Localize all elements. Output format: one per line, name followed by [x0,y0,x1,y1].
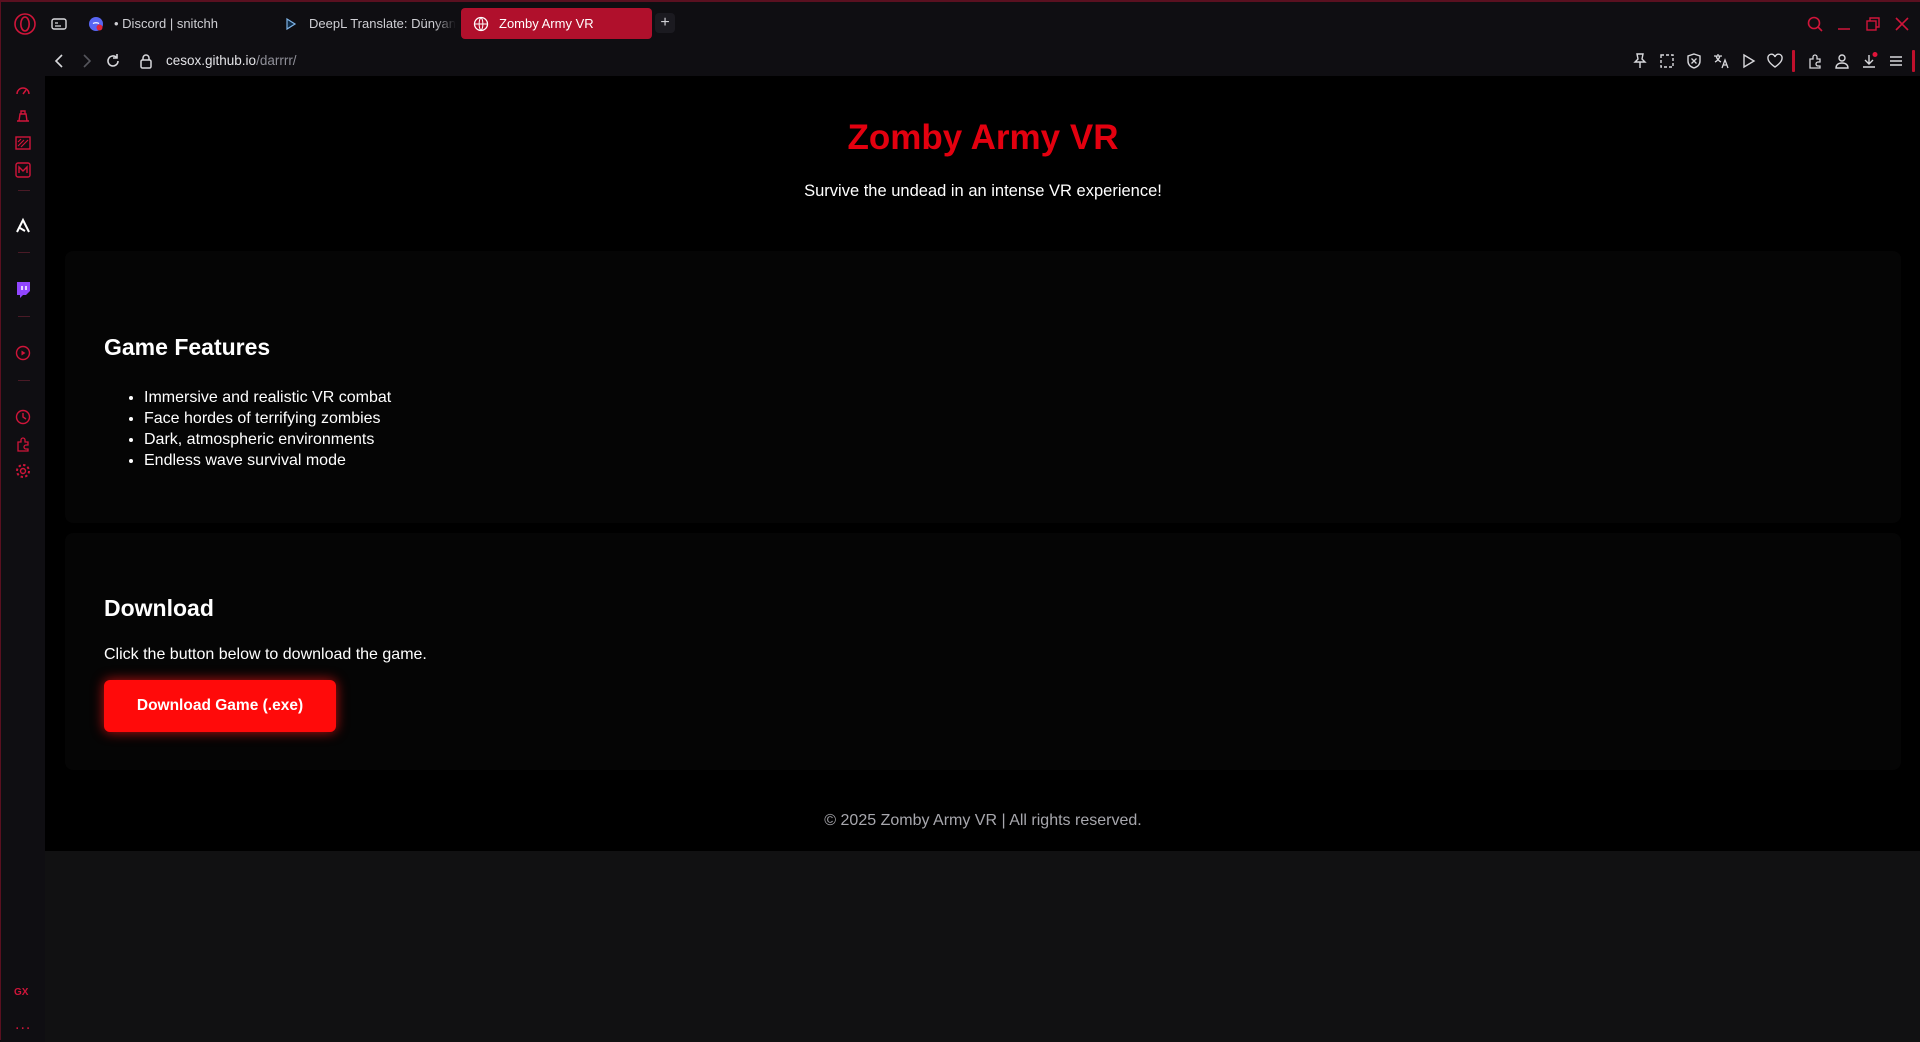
sidebar-separator [18,316,30,317]
list-item: Endless wave survival mode [144,450,391,471]
list-item: Face hordes of terrifying zombies [144,408,391,429]
download-game-button[interactable]: Download Game (.exe) [104,680,336,732]
gx-corner-icon[interactable] [13,106,33,126]
new-tab-button[interactable]: + [655,13,675,33]
features-section: Game Features Immersive and realistic VR… [65,251,1901,523]
page-subtitle: Survive the undead in an intense VR expe… [804,182,1162,200]
history-icon[interactable] [13,407,33,427]
url-field[interactable]: cesox.github.io/darrrr/ [166,53,297,68]
extensions-icon[interactable] [13,434,33,454]
restore-icon[interactable] [1863,14,1883,34]
page-footer: © 2025 Zomby Army VR | All rights reserv… [824,812,1142,829]
page-title: Zomby Army VR [847,118,1119,157]
tab-zomby-army-vr[interactable]: Zomby Army VR [461,8,652,39]
discord-icon [88,16,104,32]
reload-icon[interactable] [103,51,123,71]
search-icon[interactable] [1805,14,1825,34]
deepl-icon [283,16,299,32]
page-content: Zomby Army VR Survive the undead in an i… [45,76,1920,851]
extensions-icon[interactable] [1805,51,1825,71]
news-icon[interactable] [13,133,33,153]
features-heading: Game Features [104,334,271,360]
address-bar: cesox.github.io/darrrr/ [1,46,1920,76]
close-icon[interactable] [1892,14,1912,34]
play-icon[interactable] [1738,51,1758,71]
easy-setup-icon[interactable] [1886,51,1906,71]
tab-label: Zomby Army VR [499,16,594,31]
url-host: cesox.github.io [166,53,257,68]
tab-deepl[interactable]: DeepL Translate: Dünyanın [271,8,456,39]
url-path: /darrrr/ [256,53,297,68]
sidebar-more-button[interactable]: ... [15,1016,31,1034]
tab-strip: • Discord | snitchh DeepL Translate: Dün… [1,2,1920,46]
aria-icon[interactable] [13,216,33,236]
browser-window: • Discord | snitchh DeepL Translate: Dün… [0,0,1920,1042]
tab-label: • Discord | snitchh [114,16,219,31]
heart-icon[interactable] [1765,51,1785,71]
adblock-icon[interactable] [1684,51,1704,71]
list-item: Dark, atmospheric environments [144,429,391,450]
sidebar-separator [18,380,30,381]
pin-icon[interactable] [1630,51,1650,71]
globe-icon [473,16,489,32]
toolbar-separator [1912,50,1915,72]
translate-icon[interactable] [1711,51,1731,71]
tab-label: DeepL Translate: Dünyanın [309,16,456,31]
minimize-icon[interactable] [1834,14,1854,34]
player-icon[interactable] [13,343,33,363]
speed-dial-icon[interactable] [13,80,33,100]
features-list: Immersive and realistic VR combat Face h… [144,387,391,471]
forward-icon[interactable] [76,51,96,71]
toolbar-separator [1792,50,1795,72]
sidebar-separator [18,190,30,191]
profile-icon[interactable] [1832,51,1852,71]
list-item: Immersive and realistic VR combat [144,387,391,408]
tab-discord[interactable]: • Discord | snitchh [76,8,266,39]
download-heading: Download [104,595,214,621]
download-icon[interactable] [1859,51,1879,71]
tab-island-icon[interactable] [49,14,69,34]
sidebar-separator [18,252,30,253]
twitch-icon[interactable] [13,279,33,299]
messenger-m-icon[interactable] [13,160,33,180]
back-icon[interactable] [50,51,70,71]
snapshot-icon[interactable] [1657,51,1677,71]
sidebar: GX ... [1,76,45,1042]
page-viewport: Zomby Army VR Survive the undead in an i… [45,76,1920,1042]
lock-icon[interactable] [136,51,156,71]
download-instructions: Click the button below to download the g… [104,646,427,663]
gx-control-label[interactable]: GX [14,987,28,998]
opera-gx-logo-icon[interactable] [12,11,38,37]
download-section: Download Click the button below to downl… [65,533,1901,770]
settings-icon[interactable] [13,461,33,481]
